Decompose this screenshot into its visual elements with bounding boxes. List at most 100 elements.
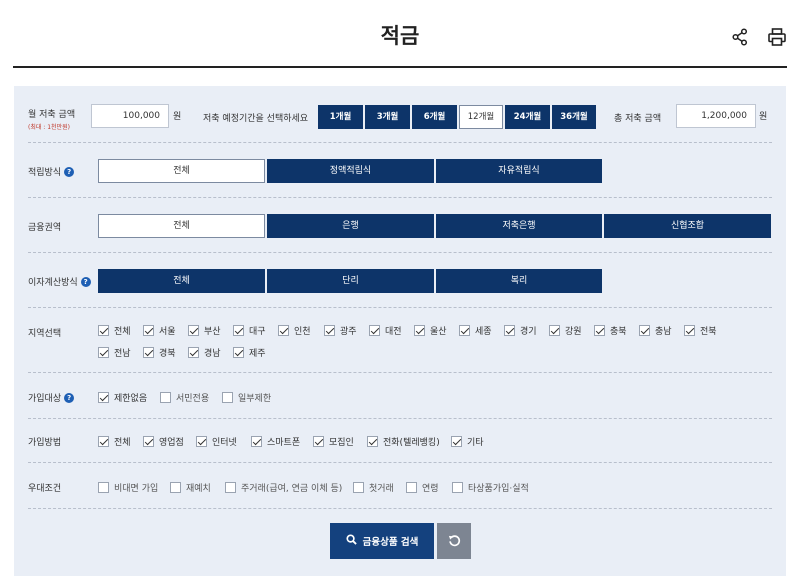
region-checkbox[interactable]: 제주: [233, 346, 266, 359]
region-checkbox[interactable]: 경남: [188, 346, 221, 359]
checkbox-icon: [143, 325, 154, 336]
monthly-amount-input[interactable]: 100,000: [91, 104, 169, 128]
period-3-month-button[interactable]: 3개월: [365, 105, 410, 129]
target-checkbox[interactable]: 일부제한: [222, 391, 271, 404]
method-option-all[interactable]: 전체: [98, 159, 265, 183]
target-checkbox[interactable]: 서민전용: [160, 391, 209, 404]
reset-button[interactable]: [437, 523, 471, 559]
join-method-checkbox-label: 스마트폰: [267, 438, 301, 448]
divider: [28, 508, 772, 509]
help-icon[interactable]: ?: [64, 167, 75, 177]
join-method-checkbox[interactable]: 전체: [98, 435, 131, 448]
checkbox-icon: [369, 325, 380, 336]
share-icon[interactable]: [732, 28, 748, 46]
checkbox-icon: [98, 347, 109, 358]
target-label: 가입대상?: [28, 391, 75, 404]
period-24-month-button[interactable]: 24개월: [505, 105, 550, 129]
join-method-label: 가입방법: [28, 438, 62, 448]
divider: [28, 197, 772, 198]
region-checkbox[interactable]: 경북: [143, 346, 176, 359]
checkbox-icon: [278, 325, 289, 336]
region-checkbox-label: 서울: [159, 327, 176, 337]
region-label: 지역선택: [28, 329, 62, 339]
help-icon[interactable]: ?: [80, 277, 91, 287]
preferential-checkbox[interactable]: 재예치: [170, 481, 211, 494]
region-checkbox-label: 세종: [475, 327, 492, 337]
region-checkbox[interactable]: 전북: [684, 324, 717, 337]
preferential-checkbox[interactable]: 주거래(급여, 연금 이체 등): [225, 481, 342, 494]
sector-option-savings-bank[interactable]: 저축은행: [436, 214, 602, 238]
checkbox-icon: [98, 392, 109, 403]
method-option-fixed[interactable]: 정액적립식: [267, 159, 434, 183]
region-checkbox-label: 전체: [114, 327, 131, 337]
total-amount-unit: 원: [759, 112, 768, 122]
region-checkbox[interactable]: 광주: [324, 324, 357, 337]
join-method-checkbox[interactable]: 스마트폰: [251, 435, 300, 448]
product-search-button[interactable]: 금융상품 검색: [330, 523, 434, 559]
search-button-label: 금융상품 검색: [362, 537, 419, 548]
region-checkbox-label: 충남: [655, 327, 672, 337]
region-checkbox[interactable]: 충북: [594, 324, 627, 337]
region-checkbox[interactable]: 울산: [414, 324, 447, 337]
method-option-free[interactable]: 자유적립식: [436, 159, 602, 183]
region-checkbox[interactable]: 전남: [98, 346, 131, 359]
region-checkbox[interactable]: 경기: [504, 324, 537, 337]
checkbox-icon: [225, 482, 236, 493]
reset-icon: [448, 532, 461, 551]
period-12-month-button[interactable]: 12개월: [459, 105, 503, 129]
region-checkbox[interactable]: 인천: [278, 324, 311, 337]
preferential-checkbox[interactable]: 비대면 가입: [98, 481, 158, 494]
preferential-checkbox[interactable]: 연령: [406, 481, 439, 494]
page-title: 적금: [380, 24, 420, 48]
preferential-checkbox[interactable]: 첫거래: [353, 481, 394, 494]
divider: [28, 462, 772, 463]
region-checkbox[interactable]: 세종: [459, 324, 492, 337]
sector-option-all[interactable]: 전체: [98, 214, 265, 238]
preferential-label: 우대조건: [28, 484, 62, 494]
region-checkbox[interactable]: 부산: [188, 324, 221, 337]
region-checkbox[interactable]: 서울: [143, 324, 176, 337]
interest-label: 이자계산방식?: [28, 275, 91, 288]
interest-option-simple[interactable]: 단리: [267, 269, 434, 293]
monthly-amount-label: 월 저축 금액 (최대 : 1천만원): [28, 110, 76, 131]
region-checkbox[interactable]: 전체: [98, 324, 131, 337]
region-checkbox[interactable]: 대전: [369, 324, 402, 337]
total-amount-field: 1,200,000: [676, 104, 756, 128]
sector-option-credit-union[interactable]: 신협조합: [604, 214, 771, 238]
preferential-checkbox-label: 주거래(급여, 연금 이체 등): [241, 484, 343, 494]
help-icon[interactable]: ?: [64, 393, 75, 403]
join-method-checkbox[interactable]: 기타: [451, 435, 484, 448]
checkbox-icon: [504, 325, 515, 336]
print-icon[interactable]: [768, 28, 786, 46]
region-checkbox-label: 경북: [159, 349, 176, 359]
checkbox-icon: [188, 325, 199, 336]
checkbox-icon: [684, 325, 695, 336]
checkbox-icon: [98, 436, 109, 447]
interest-option-compound[interactable]: 복리: [436, 269, 602, 293]
region-checkbox[interactable]: 대구: [233, 324, 266, 337]
interest-option-all[interactable]: 전체: [98, 269, 265, 293]
period-36-month-button[interactable]: 36개월: [552, 105, 596, 129]
join-method-checkbox[interactable]: 전화(텔레뱅킹): [367, 435, 440, 448]
preferential-checkbox-label: 연령: [422, 484, 439, 494]
join-method-checkbox-label: 기타: [467, 438, 484, 448]
checkbox-icon: [98, 482, 109, 493]
sector-option-bank[interactable]: 은행: [267, 214, 434, 238]
sector-label: 금융권역: [28, 223, 62, 233]
region-checkbox[interactable]: 충남: [639, 324, 672, 337]
checkbox-icon: [143, 347, 154, 358]
preferential-checkbox[interactable]: 타상품가입·실적: [452, 481, 529, 494]
target-checkbox[interactable]: 제한없음: [98, 391, 147, 404]
region-checkbox-label: 울산: [430, 327, 447, 337]
checkbox-icon: [233, 347, 244, 358]
join-method-checkbox[interactable]: 영업점: [143, 435, 184, 448]
join-method-checkbox[interactable]: 모집인: [313, 435, 354, 448]
checkbox-icon: [353, 482, 364, 493]
period-1-month-button[interactable]: 1개월: [318, 105, 363, 129]
period-6-month-button[interactable]: 6개월: [412, 105, 457, 129]
region-checkbox[interactable]: 강원: [549, 324, 582, 337]
join-method-checkbox[interactable]: 인터넷: [196, 435, 237, 448]
checkbox-icon: [594, 325, 605, 336]
region-checkbox-label: 부산: [204, 327, 221, 337]
checkbox-icon: [367, 436, 378, 447]
